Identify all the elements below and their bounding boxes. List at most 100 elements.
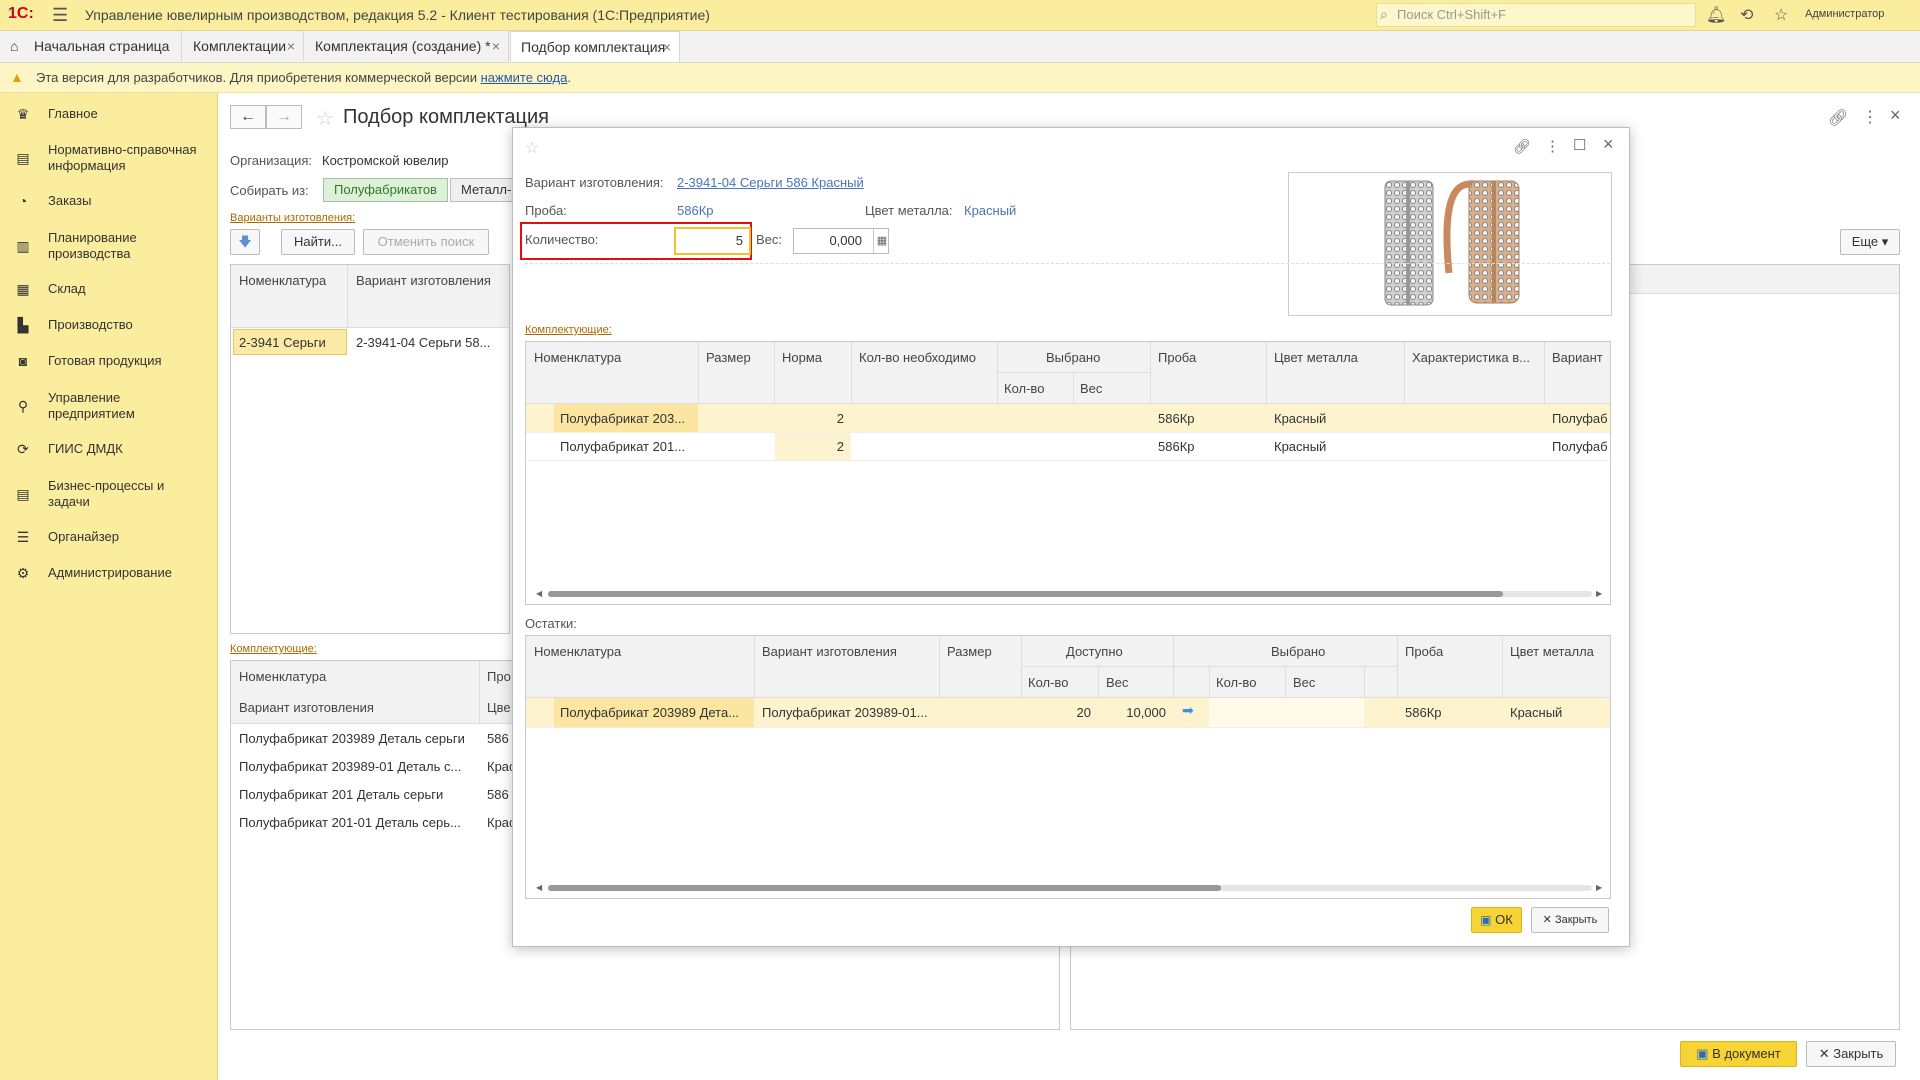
column-header[interactable]: Характеристика в... <box>1412 350 1530 365</box>
column-header[interactable]: Номенклатура <box>239 273 326 288</box>
sidebar-item-finished-goods[interactable]: ◙ Готовая продукция <box>0 352 217 372</box>
components-link[interactable]: Комплектующие: <box>230 643 317 655</box>
remains-grid[interactable]: Номенклатура Вариант изготовления Размер… <box>525 635 1611 899</box>
scroll-left-icon[interactable]: ◀ <box>536 883 542 892</box>
variants-link[interactable]: Варианты изготовления: <box>230 212 355 224</box>
scrollbar-thumb[interactable] <box>548 885 1221 891</box>
tab-komplektacii[interactable]: Комплектации × <box>183 31 304 61</box>
column-header[interactable]: Выбрано <box>1271 644 1325 659</box>
column-header[interactable]: Норма <box>782 350 822 365</box>
component-variant[interactable]: Полуфаб <box>1552 411 1608 426</box>
sidebar-item-warehouse[interactable]: ▦ Склад <box>0 280 217 300</box>
favorite-star-icon[interactable]: ☆ <box>525 138 539 158</box>
table-row[interactable]: Полуфабрикат 201-01 Деталь серь... <box>239 815 461 830</box>
close-form-icon[interactable]: × <box>1890 105 1901 126</box>
back-button[interactable]: ← <box>230 105 266 129</box>
component-name[interactable]: Полуфабрикат 201... <box>560 439 685 454</box>
table-row[interactable]: Полуфабрикат 203989 Деталь серьги <box>239 731 465 746</box>
sidebar-item-orders[interactable]: ◔ Заказы <box>0 192 217 212</box>
user-name[interactable]: Администратор <box>1805 8 1884 20</box>
close-icon[interactable]: × <box>663 32 671 62</box>
cancel-search-button[interactable]: Отменить поиск <box>363 229 489 255</box>
component-variant[interactable]: Полуфаб <box>1552 439 1608 454</box>
column-header[interactable]: Размер <box>947 644 992 659</box>
column-header[interactable]: Размер <box>706 350 751 365</box>
table-cell[interactable]: 586 <box>487 731 509 746</box>
variants-grid[interactable]: Номенклатура Вариант изготовления 2-3941… <box>230 264 510 634</box>
sidebar-item-production[interactable]: ▙ Производство <box>0 316 217 336</box>
column-subheader[interactable]: Вариант изготовления <box>239 700 374 715</box>
component-proba[interactable]: 586Кр <box>1158 439 1195 454</box>
column-header[interactable]: Вариант изготовления <box>762 644 897 659</box>
to-document-button[interactable]: ▣ В документ <box>1680 1041 1797 1067</box>
calculator-icon[interactable]: ▦ <box>873 229 890 253</box>
more-vertical-icon[interactable]: ⋮ <box>1545 137 1560 155</box>
global-search-input[interactable]: ⌕ Поиск Ctrl+Shift+F <box>1376 3 1696 27</box>
remains-available-weight[interactable]: 10,000 <box>1098 705 1166 720</box>
arrow-right-icon[interactable]: ➡ <box>1182 702 1194 719</box>
components-grid[interactable]: Номенклатура Размер Норма Кол-во необход… <box>525 341 1611 605</box>
sidebar-item-organizer[interactable]: ☰ Органайзер <box>0 528 217 548</box>
sidebar-item-admin[interactable]: ⚙ Администрирование <box>0 564 217 584</box>
column-header[interactable]: Проба <box>1158 350 1196 365</box>
column-header[interactable]: Доступно <box>1066 644 1123 659</box>
tab-podbor[interactable]: Подбор комплектация × <box>510 31 680 62</box>
tab-komplektaciya-create[interactable]: Комплектация (создание) * × <box>305 31 509 61</box>
scrollbar-thumb[interactable] <box>548 591 1503 597</box>
column-header[interactable]: Проба <box>1405 644 1443 659</box>
link-icon[interactable]: 🔗︎ <box>1513 138 1531 155</box>
column-subheader[interactable]: Кол-во <box>1028 675 1068 690</box>
column-header[interactable]: Кол-во необходимо <box>859 350 976 365</box>
variant-link[interactable]: 2-3941-04 Серьги 586 Красный <box>677 175 864 190</box>
column-subheader[interactable]: Вес <box>1106 675 1128 690</box>
sidebar-item-planning[interactable]: ▥ Планирование производства <box>0 229 217 263</box>
components-link[interactable]: Комплектующие: <box>525 324 612 336</box>
table-row[interactable]: Полуфабрикат 203989-01 Деталь с... <box>239 759 461 774</box>
banner-link[interactable]: нажмите сюда <box>481 70 568 85</box>
component-name[interactable]: Полуфабрикат 203... <box>560 411 685 426</box>
close-icon[interactable]: × <box>287 31 295 61</box>
remains-metal[interactable]: Красный <box>1510 705 1562 720</box>
table-row[interactable] <box>526 433 1610 461</box>
column-subheader[interactable]: Вес <box>1293 675 1315 690</box>
column-header[interactable]: Цвет металла <box>1274 350 1358 365</box>
table-row-name[interactable]: 2-3941 Серьги <box>239 335 326 350</box>
metal-color-value[interactable]: Красный <box>964 203 1016 218</box>
maximize-icon[interactable]: ☐ <box>1573 136 1586 154</box>
sidebar-item-bp[interactable]: ▤ Бизнес-процессы и задачи <box>0 477 217 511</box>
remains-proba[interactable]: 586Кр <box>1405 705 1442 720</box>
column-subheader[interactable]: Кол-во <box>1004 381 1044 396</box>
remains-variant[interactable]: Полуфабрикат 203989-01... <box>762 705 928 720</box>
column-subheader[interactable]: Кол-во <box>1216 675 1256 690</box>
remains-name[interactable]: Полуфабрикат 203989 Дета... <box>560 705 739 720</box>
component-metal[interactable]: Красный <box>1274 411 1326 426</box>
history-icon[interactable]: ⟲ <box>1740 5 1753 25</box>
more-button[interactable]: Еще ▾ <box>1840 229 1900 255</box>
column-header[interactable]: Номенклатура <box>239 669 326 684</box>
sidebar-item-giis[interactable]: ⟳ ГИИС ДМДК <box>0 440 217 460</box>
tab-home[interactable]: ⌂ Начальная страница <box>0 31 182 61</box>
quantity-input[interactable]: 5 <box>674 227 751 255</box>
column-subheader[interactable]: Вес <box>1080 381 1102 396</box>
table-row-variant[interactable]: 2-3941-04 Серьги 58... <box>356 335 490 350</box>
component-metal[interactable]: Красный <box>1274 439 1326 454</box>
ok-button[interactable]: ▣ ОК <box>1471 907 1522 933</box>
column-header[interactable]: Вариант <box>1552 350 1603 365</box>
scroll-left-icon[interactable]: ◀ <box>536 589 542 598</box>
arrow-down-icon[interactable]: 🡇 <box>230 229 260 255</box>
sidebar-item-management[interactable]: ⚲ Управление предприятием <box>0 389 217 423</box>
table-cell[interactable]: 586 <box>487 787 509 802</box>
component-norm[interactable]: 2 <box>774 411 844 426</box>
column-header[interactable]: Про <box>487 669 511 684</box>
more-vertical-icon[interactable]: ⋮ <box>1862 107 1878 127</box>
scroll-right-icon[interactable]: ▶ <box>1596 589 1602 598</box>
menu-icon[interactable]: ☰ <box>52 5 68 26</box>
component-norm[interactable]: 2 <box>774 439 844 454</box>
column-header[interactable]: Вариант изготовления <box>356 273 491 288</box>
star-icon[interactable]: ☆ <box>1774 5 1788 25</box>
column-header[interactable]: Номенклатура <box>534 644 621 659</box>
collect-semi-button[interactable]: Полуфабрикатов <box>323 178 448 202</box>
link-icon[interactable]: 🔗︎ <box>1828 108 1848 128</box>
remains-available-qty[interactable]: 20 <box>1021 705 1091 720</box>
bell-icon[interactable]: 🔔︎ <box>1706 5 1726 25</box>
